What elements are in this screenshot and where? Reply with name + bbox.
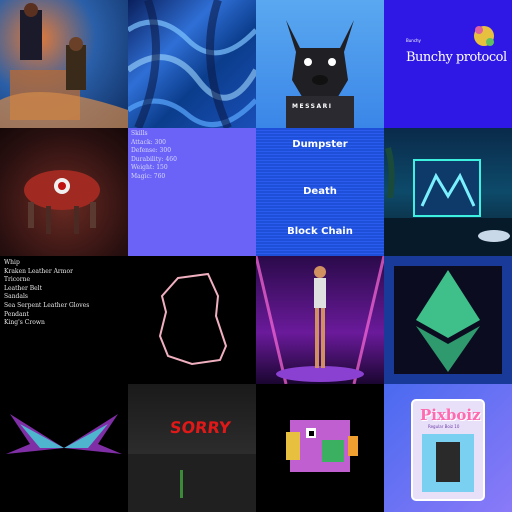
- tile-pixel-fish[interactable]: [256, 384, 384, 512]
- skills-line: Defense: 300: [131, 147, 172, 154]
- pixboiz-subtitle: Regular Boiz 10: [428, 424, 460, 429]
- item-line: Sandals: [4, 293, 28, 301]
- tile-blue-swirl[interactable]: [128, 0, 256, 128]
- tile-french-bulldog[interactable]: MESSARI: [256, 0, 384, 128]
- skills-line: Durability: 460: [131, 155, 177, 163]
- tile-pixboiz[interactable]: Pixboiz Regular Boiz 10: [384, 384, 512, 512]
- red-mech-art: [24, 170, 100, 234]
- skills-line: Attack: 300: [131, 138, 167, 146]
- dumpster-line-3: Block Chain: [287, 226, 353, 237]
- pixboiz-card-art: [411, 399, 485, 501]
- skills-line: Skills: [131, 130, 148, 137]
- item-line: Tricorne: [4, 276, 31, 284]
- pixboiz-title: Pixboiz: [420, 406, 481, 424]
- painted-portrait-art: [0, 3, 128, 128]
- skills-list: Skills Attack: 300 Defense: 300 Durabili…: [131, 130, 177, 181]
- tile-neon-wings[interactable]: [0, 384, 128, 512]
- skills-line: Weight: 150: [131, 164, 168, 171]
- outline-shape-art: [158, 272, 228, 366]
- stage-dancer-art: [256, 256, 384, 384]
- tile-painted-portrait[interactable]: [0, 0, 128, 128]
- item-line: King's Crown: [4, 319, 45, 327]
- sorry-text: SORRY: [169, 418, 232, 437]
- item-line: Sea Serpent Leather Gloves: [4, 301, 90, 309]
- dumpster-line-1: Dumpster: [292, 139, 348, 150]
- items-list: Whip Kraken Leather Armor Tricorne Leath…: [4, 259, 89, 328]
- item-line: Whip: [4, 259, 20, 266]
- nft-gallery-grid: MESSARI Bunchy Bunchy protocol Skills At…: [0, 0, 512, 512]
- tile-ethereum-logo[interactable]: [384, 256, 512, 384]
- item-line: Kraken Leather Armor: [4, 267, 73, 275]
- tile-outline-map[interactable]: [128, 256, 256, 384]
- neon-wings-art: [6, 414, 122, 454]
- tile-item-list[interactable]: Whip Kraken Leather Armor Tricorne Leath…: [0, 256, 128, 384]
- tile-dumpster-death[interactable]: Dumpster Death Block Chain: [256, 128, 384, 256]
- skills-line: Magic: 760: [131, 172, 166, 180]
- dog-brand-label: MESSARI: [292, 103, 333, 110]
- pixel-fish-art: [286, 420, 358, 472]
- neon-city-art: [384, 147, 512, 256]
- tile-stage-dancer[interactable]: [256, 256, 384, 384]
- item-line: Pendant: [4, 310, 29, 318]
- tile-red-mech[interactable]: [0, 128, 128, 256]
- tile-sorry[interactable]: SORRY: [128, 384, 256, 512]
- tile-neon-city[interactable]: [384, 128, 512, 256]
- bunchy-title: Bunchy protocol: [406, 50, 507, 65]
- ethereum-icon: [384, 256, 512, 384]
- bunchy-small-label: Bunchy: [406, 38, 421, 43]
- tile-skills[interactable]: Skills Attack: 300 Defense: 300 Durabili…: [128, 128, 256, 256]
- tile-bunchy-protocol[interactable]: Bunchy Bunchy protocol: [384, 0, 512, 128]
- item-line: Leather Belt: [4, 284, 43, 292]
- sorry-scene-art: [128, 454, 256, 512]
- dumpster-line-2: Death: [303, 186, 337, 197]
- blue-swirl-art: [128, 0, 256, 128]
